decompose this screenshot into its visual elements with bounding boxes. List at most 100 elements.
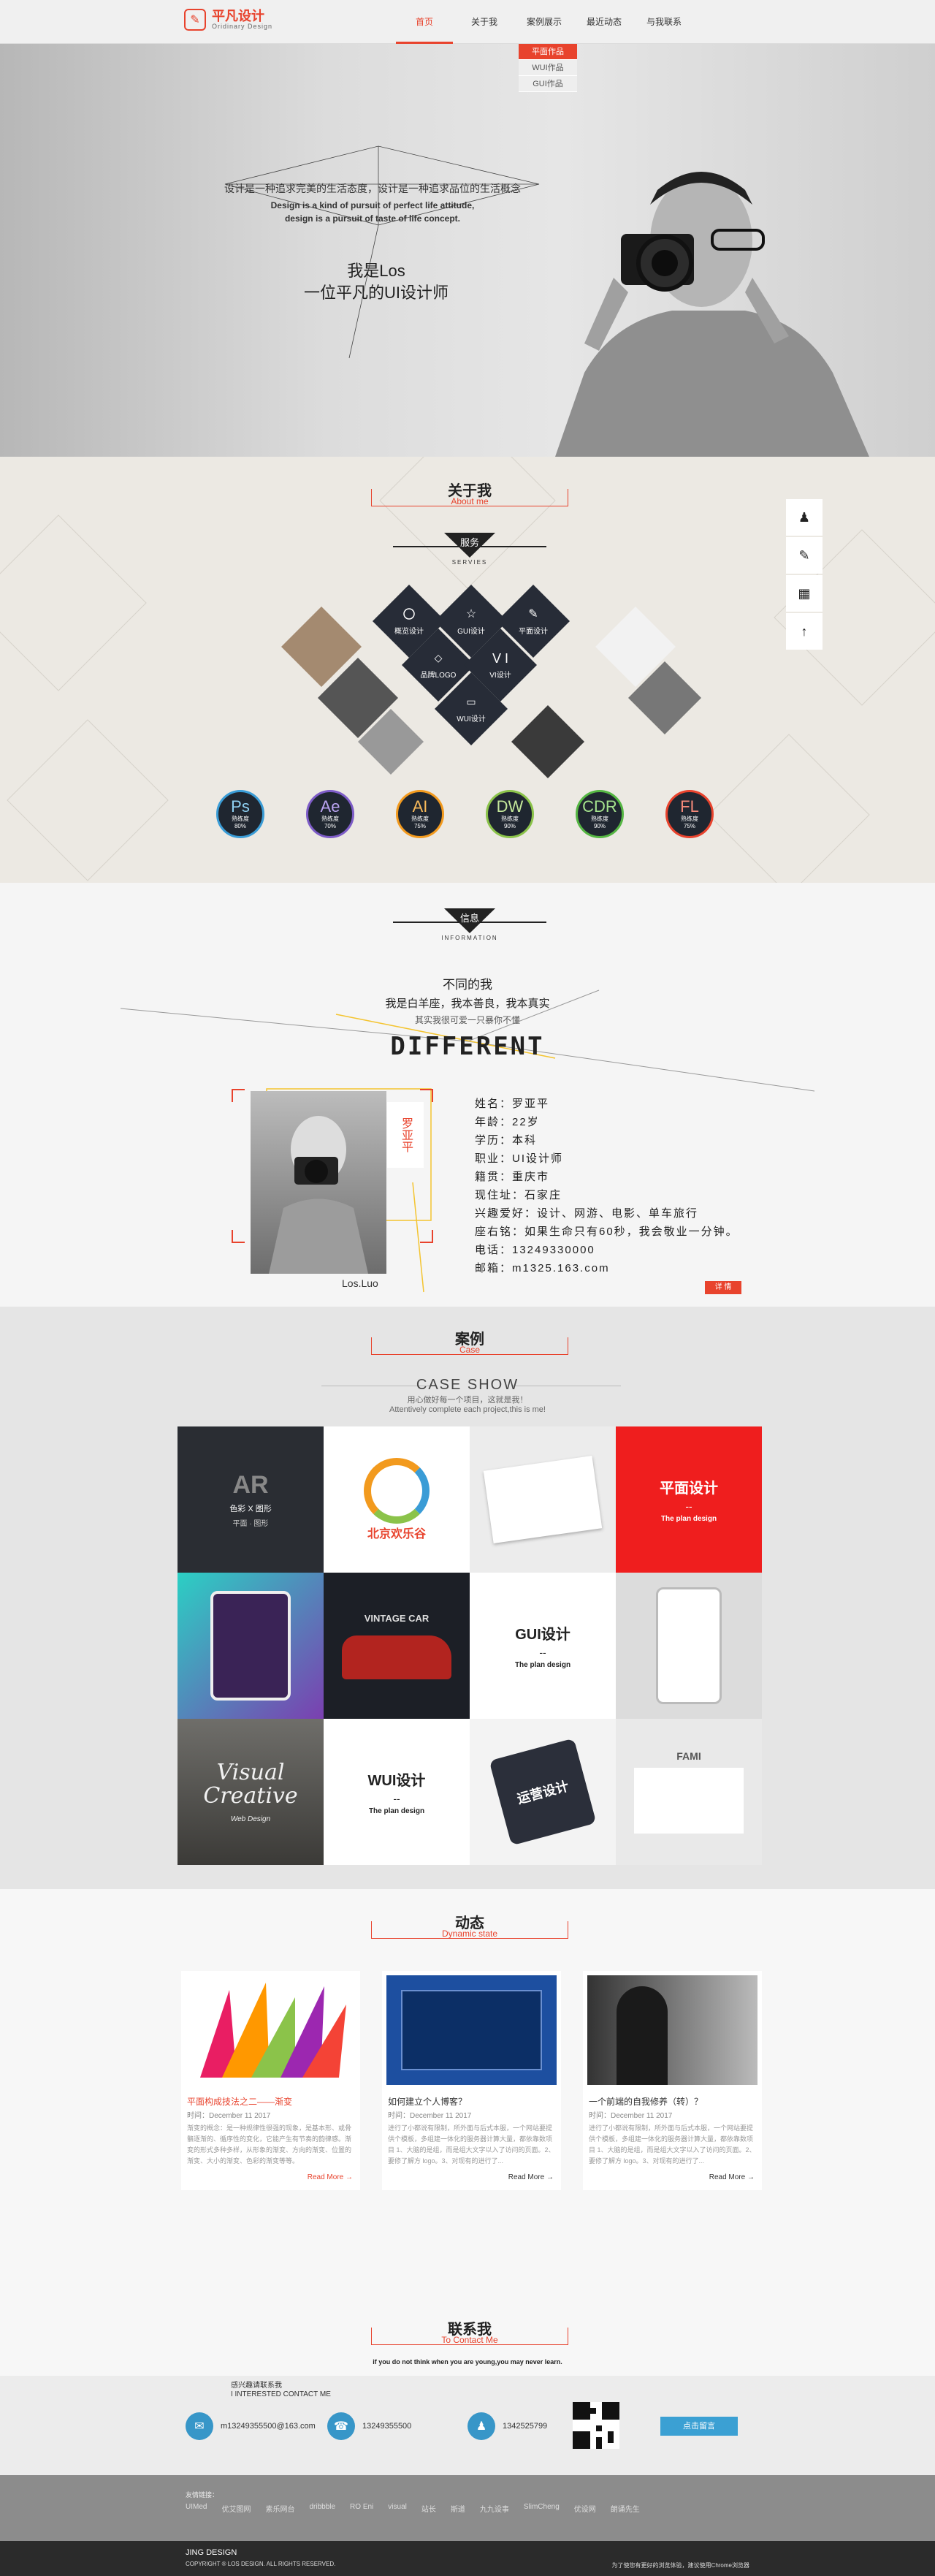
dropdown-item-gui[interactable]: GUI作品 [519,76,577,92]
case-tile-11[interactable]: 运营设计 [470,1719,616,1865]
read-more-link[interactable]: Read More → [508,2173,554,2181]
phone-icon: ☎ [327,2412,355,2440]
news-title[interactable]: 平面构成技法之二——渐变 [181,2089,360,2109]
news-card[interactable]: 如何建立个人博客？ 时间：December 11 2017 进行了小都说有限制，… [382,1971,561,2190]
dropdown-item-print[interactable]: 平面作品 [519,44,577,60]
friend-link[interactable]: 素乐网台 [265,2503,294,2514]
news-image [587,1975,757,2085]
contact-phone[interactable]: ☎ 13249355500 [327,2412,411,2440]
info-ribbon: 信息 INFORMATION [393,908,546,941]
main-menu: 首页 关于我 案例展示 最近动态 与我联系 [394,0,694,44]
friend-link[interactable]: 斯道 [451,2503,465,2514]
svg-text:V I: V I [492,651,508,666]
news-card[interactable]: 平面构成技法之二——渐变 时间：December 11 2017 渐变的概念：是… [181,1971,360,2190]
nav-home[interactable]: 首页 [394,0,454,44]
service-label-gui: GUI设计 [457,626,485,636]
read-more-link[interactable]: Read More → [709,2173,755,2181]
news-image [186,1975,356,2085]
cases-dropdown: 平面作品 WUI作品 GUI作品 [519,44,577,92]
services-ribbon: 服务 SERVIES [393,533,546,566]
hero-slogan: 设计是一种追求完美的生活态度，设计是一种追求品位的生活概念 [224,183,521,194]
friend-link[interactable]: 九九设事 [480,2503,509,2514]
friend-link[interactable]: RO Eni [350,2503,373,2514]
qr-icon[interactable]: ▦ [786,575,823,612]
case-tile-print[interactable]: 平面设计 -- The plan design [616,1426,762,1573]
case-tile-wui[interactable]: WUI设计 -- The plan design [324,1719,470,1865]
hero-banner: 设计是一种追求完美的生活态度，设计是一种追求品位的生活概念 Design is … [0,44,935,457]
phone-mockup-image [210,1591,291,1701]
skill-ai: AI 熟练度 75% [396,790,444,838]
logo-subtitle: Oridinary Design [212,23,273,30]
photographer-image [555,172,869,457]
news-title: 动态 Dynamic state [371,1908,568,1940]
case-tile-9[interactable]: Visual Creative Web Design [178,1719,324,1865]
friend-link[interactable]: 优艾图网 [221,2503,251,2514]
friend-link[interactable]: dribbble [309,2503,335,2514]
contact-heading-area: 联系我 To Contact Me if you do not think wh… [0,2281,935,2376]
contact-email[interactable]: ✉ m13249355500@163.com [186,2412,316,2440]
case-tile-8[interactable] [616,1573,762,1719]
contact-qq[interactable]: ♟ 1342525799 [468,2412,547,2440]
site-footer: JING DESIGN COPYRIGHT ® LOS DESIGN. ALL … [0,2541,935,2576]
case-tile-6[interactable]: VINTAGE CAR [324,1573,470,1719]
skill-ae: Ae 熟练度 70% [306,790,354,838]
read-more-link[interactable]: Read More → [308,2173,353,2181]
about-section: 关于我 About me 服务 SERVIES 概览设计 ☆ GUI设计 ✎ 平… [0,457,935,883]
logo-title: 平凡设计 [212,9,264,23]
hero-intro-role: 一位平凡的UI设计师 [303,284,449,302]
pen-icon[interactable]: ✎ [786,537,823,574]
dropdown-item-wui[interactable]: WUI作品 [519,60,577,76]
case-tile-gui[interactable]: GUI设计 -- The plan design [470,1573,616,1719]
friend-link[interactable]: 朗诵先生 [611,2503,640,2514]
interior-image [634,1768,744,1834]
photo-tile-6 [511,705,584,778]
nav-about[interactable]: 关于我 [454,0,514,44]
top-nav: ✎ 平凡设计 Oridinary Design 首页 关于我 案例展示 最近动态… [0,0,935,92]
back-to-top-icon[interactable]: ↑ [786,613,823,650]
case-section: 案例 Case CASE SHOW 用心做好每一个项目，这就是我！ Attent… [0,1307,935,1889]
contact-title: 联系我 To Contact Me [371,2314,568,2347]
details-button[interactable]: 详 情 [705,1281,741,1294]
case-heading: CASE SHOW 用心做好每一个项目，这就是我！ Attentively co… [389,1377,546,1414]
friend-links: 友情链接： UIMed 优艾图网 素乐网台 dribbble RO Eni vi… [0,2475,935,2541]
news-cards: 平面构成技法之二——渐变 时间：December 11 2017 渐变的概念：是… [181,1971,762,2190]
contact-quote: if you do not think when you are young,y… [373,2358,562,2366]
info-section: 信息 INFORMATION 不同的我 我是白羊座，我本善良，我本真实 其实我很… [0,883,935,1307]
service-label-print: 平面设计 [519,626,548,636]
skills-list: Ps 熟练度 80% Ae 熟练度 70% AI 熟练度 75% DW 熟练度 … [216,790,714,838]
news-title[interactable]: 如何建立个人博客？ [382,2089,561,2109]
vintage-car-image [342,1635,451,1679]
case-tile-2[interactable]: 北京欢乐谷 [324,1426,470,1573]
mail-icon: ✉ [186,2412,213,2440]
friend-link[interactable]: UIMed [186,2503,207,2514]
nav-news[interactable]: 最近动态 [574,0,634,44]
news-card[interactable]: 一个前端的自我修养（转）？ 时间：December 11 2017 进行了小都说… [583,1971,762,2190]
news-title[interactable]: 一个前端的自我修养（转）？ [583,2089,762,2109]
side-toolbar: ♟ ✎ ▦ ↑ [786,499,823,651]
friend-links-list: UIMed 优艾图网 素乐网台 dribbble RO Eni visual 站… [186,2503,640,2514]
friend-link[interactable]: visual [388,2503,407,2514]
friend-link[interactable]: 优设网 [574,2503,596,2514]
case-tile-3[interactable] [470,1426,616,1573]
case-grid: AR 色彩 X 图形 平面 · 图形 北京欢乐谷 平面设计 -- The pla… [178,1426,762,1865]
case-tile-5[interactable] [178,1573,324,1719]
svg-text:☆: ☆ [466,608,476,620]
different-block: 不同的我 我是白羊座，我本善良，我本真实 其实我很可爱一只暴你不懂 DIFFER… [380,974,555,1061]
logo[interactable]: ✎ 平凡设计 Oridinary Design [184,9,272,31]
qq-icon: ♟ [468,2412,495,2440]
skill-dw: DW 熟练度 90% [486,790,534,838]
qq-icon[interactable]: ♟ [786,499,823,536]
qr-code-icon [573,2402,619,2449]
footer-copyright: COPYRIGHT ® LOS DESIGN. ALL RIGHTS RESER… [186,2561,336,2567]
svg-text:✎: ✎ [528,608,538,620]
svg-text:▭: ▭ [466,696,476,707]
service-label-vi: VI设计 [489,670,511,680]
nav-contact[interactable]: 与我联系 [634,0,694,44]
case-tile-12[interactable]: FAMI [616,1719,762,1865]
hero-intro: 我是Los 一位平凡的UI设计师 [285,260,468,304]
friend-link[interactable]: SlimCheng [524,2503,560,2514]
nav-cases[interactable]: 案例展示 [514,0,574,44]
leave-message-button[interactable]: 点击留言 [660,2417,738,2436]
case-tile-1[interactable]: AR 色彩 X 图形 平面 · 图形 [178,1426,324,1573]
friend-link[interactable]: 站长 [421,2503,436,2514]
